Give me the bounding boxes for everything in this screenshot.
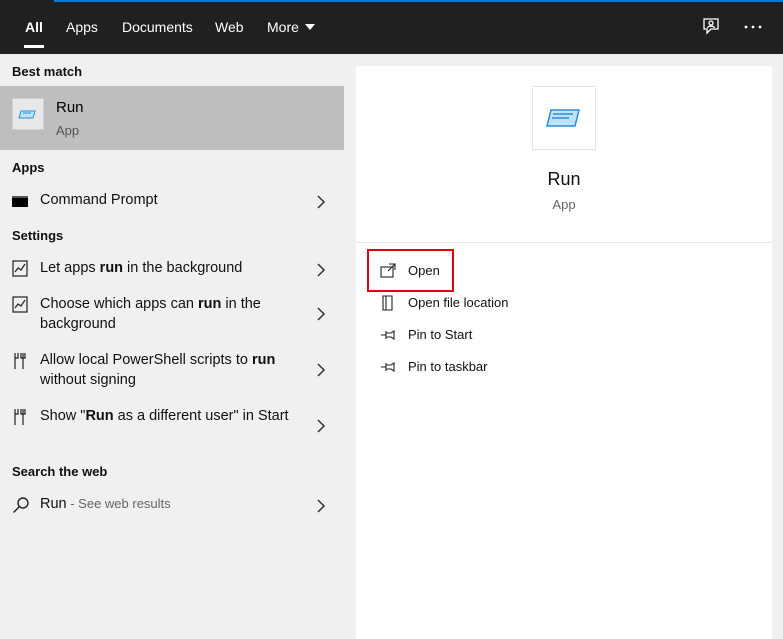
run-app-large-icon	[532, 86, 596, 150]
settings-heading: Settings	[12, 228, 64, 243]
setting-text-bold: Run	[85, 408, 114, 424]
setting-text-post: in the background	[123, 260, 243, 276]
chevron-right-icon[interactable]	[316, 362, 326, 378]
tab-more-label: More	[267, 19, 299, 35]
file-location-icon	[380, 295, 396, 311]
list-item-command-prompt[interactable]: Command Prompt	[0, 188, 344, 212]
list-item-setting[interactable]: Choose which apps can run in the backgro…	[0, 294, 344, 336]
best-match-run[interactable]: Run App	[0, 86, 344, 150]
run-app-icon	[12, 98, 44, 130]
list-item-setting[interactable]: Let apps run in the background	[0, 256, 344, 280]
setting-text-bold: run	[198, 296, 222, 312]
preview-subtitle: App	[552, 197, 576, 212]
setting-text-post: without signing	[40, 372, 136, 388]
developer-tools-icon	[12, 408, 28, 425]
settings-app-icon	[12, 296, 28, 313]
results-panel: Best match Run App Apps Command Prompt S…	[0, 54, 344, 639]
pin-icon	[380, 359, 396, 375]
tab-all[interactable]: All	[24, 0, 44, 54]
command-prompt-label: Command Prompt	[40, 192, 158, 208]
setting-text-post: as a different user" in Start	[113, 408, 289, 424]
tab-apps[interactable]: Apps	[66, 0, 98, 54]
list-item-setting[interactable]: Show "Run as a different user" in Start	[0, 406, 344, 448]
pin-icon	[380, 327, 396, 343]
setting-text-pre: Show "	[40, 408, 86, 424]
tab-more[interactable]: More	[267, 0, 315, 54]
best-match-subtitle: App	[56, 123, 80, 138]
accent-line	[0, 0, 783, 2]
chevron-right-icon[interactable]	[316, 498, 326, 514]
web-search-label: Run	[40, 496, 67, 512]
ellipsis-icon[interactable]	[742, 16, 764, 38]
setting-text-pre: Allow local PowerShell scripts to	[40, 352, 252, 368]
chevron-right-icon[interactable]	[316, 306, 326, 322]
feedback-icon[interactable]	[700, 16, 722, 38]
search-top-bar: All Apps Documents Web More	[0, 0, 783, 54]
preview-title: Run	[547, 169, 581, 189]
divider	[356, 242, 772, 243]
open-highlight-box	[367, 249, 454, 292]
pin-to-start-label: Pin to Start	[408, 327, 473, 342]
chevron-down-icon	[304, 24, 315, 30]
list-item-setting[interactable]: Allow local PowerShell scripts to run wi…	[0, 350, 344, 392]
settings-app-icon	[12, 260, 28, 277]
setting-text-pre: Choose which apps can	[40, 296, 198, 312]
pin-to-taskbar-label: Pin to taskbar	[408, 359, 488, 374]
setting-text-bold: run	[99, 260, 124, 276]
chevron-right-icon[interactable]	[316, 262, 326, 278]
best-match-heading: Best match	[12, 64, 83, 79]
command-prompt-icon	[12, 194, 28, 210]
setting-text-pre: Let apps	[40, 260, 100, 276]
tab-web[interactable]: Web	[215, 0, 244, 54]
setting-text-bold: run	[251, 352, 276, 368]
preview-panel: Run App Open Open file location Pin to S…	[356, 66, 772, 639]
best-match-title: Run	[56, 99, 84, 116]
developer-tools-icon	[12, 352, 28, 369]
apps-heading: Apps	[12, 160, 45, 175]
list-item-web-search[interactable]: Run - See web results	[0, 492, 344, 516]
tab-documents[interactable]: Documents	[122, 0, 193, 54]
search-web-heading: Search the web	[12, 464, 108, 479]
open-file-location-label: Open file location	[408, 295, 509, 310]
web-search-suffix: - See web results	[66, 496, 171, 511]
chevron-right-icon[interactable]	[316, 418, 326, 434]
search-icon	[12, 496, 29, 513]
chevron-right-icon[interactable]	[316, 194, 326, 210]
